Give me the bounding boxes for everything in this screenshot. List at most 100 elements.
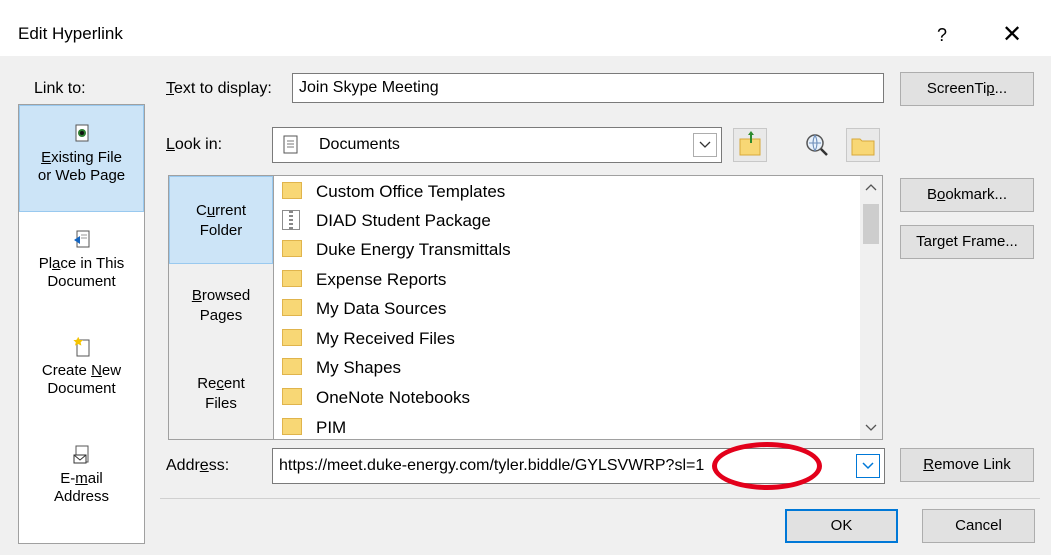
places-bar: Current Folder Browsed Pages Recent File… (168, 175, 274, 440)
annotation-red-circle (712, 442, 822, 490)
email-label-pre: E- (60, 470, 76, 487)
create-label-2: Document (47, 380, 116, 397)
recent-files-pre: Re (197, 375, 217, 392)
chevron-down-icon (699, 141, 711, 148)
footer-separator (160, 498, 1040, 499)
list-item[interactable]: PIM (282, 413, 347, 439)
file-name: DIAD Student Package (316, 211, 491, 230)
remove-link-label-ul: R (923, 456, 935, 473)
place-browsed-pages[interactable]: Browsed Pages (169, 286, 273, 346)
link-to-create-new-document[interactable]: Create New Document (19, 336, 144, 427)
existing-file-icon (73, 124, 91, 144)
create-new-document-icon (72, 336, 91, 357)
file-name: My Received Files (316, 329, 455, 348)
up-one-folder-button[interactable] (733, 128, 767, 162)
create-label-ul: N (91, 362, 102, 379)
folder-icon (282, 270, 302, 288)
chevron-down-icon (862, 462, 874, 470)
folder-icon (282, 358, 302, 376)
text-to-display-input[interactable]: Join Skype Meeting (292, 73, 884, 103)
folder-icon (282, 388, 302, 406)
place-label-pre: Pl (38, 255, 53, 272)
file-list: Custom Office Templates DIAD Student Pac… (273, 175, 883, 440)
file-name: Custom Office Templates (316, 182, 506, 201)
look-in-label: Look in: (166, 136, 222, 154)
target-frame-label-rest: et Frame... (945, 233, 1018, 250)
bookmark-label-rest: okmark... (945, 186, 1008, 203)
browsed-pages-line2: Pages (199, 307, 243, 324)
current-folder-rest: rrent (215, 202, 247, 219)
link-to-label: Link to: (34, 80, 86, 97)
screentip-label-pre: ScreenTi (926, 80, 987, 97)
place-recent-files[interactable]: Recent Files (169, 374, 273, 434)
recent-files-ul: c (216, 375, 224, 392)
current-folder-line2: Folder (199, 222, 243, 239)
close-button[interactable]: ✕ (990, 18, 1034, 52)
email-label-1: ail (87, 470, 103, 487)
folder-icon (282, 329, 302, 347)
up-one-folder-icon (739, 131, 761, 156)
list-item[interactable]: My Data Sources (282, 294, 446, 323)
address-label-rest: ss: (208, 457, 230, 474)
address-label-pre: Addr (166, 457, 200, 474)
email-label-2: Address (53, 488, 110, 505)
look-in-dropdown-arrow[interactable] (693, 133, 717, 157)
browse-file-button[interactable] (846, 128, 880, 162)
address-dropdown-arrow[interactable] (856, 454, 880, 478)
link-to-place-in-document[interactable]: Place in This Document (19, 230, 144, 320)
address-input[interactable]: https://meet.duke-energy.com/tyler.biddl… (279, 449, 704, 483)
text-to-display-label-rest: ext to display: (174, 80, 272, 97)
place-in-document-icon (73, 230, 91, 250)
file-name: Expense Reports (316, 270, 447, 289)
folder-icon (282, 299, 302, 317)
browsed-pages-ul: B (191, 287, 202, 304)
list-item[interactable]: My Received Files (282, 324, 455, 353)
bookmark-button[interactable]: Bookmark... (900, 178, 1034, 212)
look-in-label-ul: L (166, 136, 175, 153)
file-name: Duke Energy Transmittals (316, 240, 511, 259)
folder-icon (282, 418, 302, 436)
browse-web-button[interactable] (800, 128, 834, 162)
list-item[interactable]: Expense Reports (282, 265, 446, 294)
file-name: PIM (316, 418, 347, 437)
title-bar (0, 0, 1051, 56)
look-in-value: Documents (319, 136, 400, 153)
link-to-email-address[interactable]: E-mail Address (19, 445, 144, 535)
remove-link-label-rest: emove Link (934, 456, 1011, 473)
place-current-folder[interactable]: Current Folder (169, 176, 273, 264)
scroll-thumb[interactable] (863, 204, 879, 244)
existing-file-label-ul: E (41, 149, 52, 166)
scroll-up-button[interactable] (860, 176, 882, 198)
cancel-button[interactable]: Cancel (922, 509, 1035, 543)
existing-file-label-2: or Web Page (37, 167, 126, 184)
help-button[interactable]: ? (924, 20, 960, 50)
folder-icon (282, 182, 302, 200)
browse-web-icon (806, 134, 828, 156)
screentip-label-ul: p (986, 80, 995, 97)
folder-icon (282, 240, 302, 258)
file-list-scrollbar[interactable] (860, 176, 882, 439)
list-item[interactable]: OneNote Notebooks (282, 383, 470, 412)
existing-file-label-1: xisting File (51, 149, 122, 166)
screentip-button[interactable]: ScreenTip... (900, 72, 1034, 106)
remove-link-button[interactable]: Remove Link (900, 448, 1034, 482)
email-address-icon (73, 445, 91, 465)
list-item[interactable]: Duke Energy Transmittals (282, 235, 511, 264)
text-to-display-label-ul: T (166, 80, 174, 97)
file-name: OneNote Notebooks (316, 388, 471, 407)
look-in-label-rest: ook in: (174, 136, 223, 153)
target-frame-button[interactable]: Target Frame... (900, 225, 1034, 259)
list-item[interactable]: My Shapes (282, 353, 401, 382)
look-in-combobox[interactable]: Documents (272, 127, 722, 163)
list-item[interactable]: Custom Office Templates (282, 177, 505, 206)
bookmark-label-pre: B (926, 186, 937, 203)
scroll-down-button[interactable] (860, 417, 882, 439)
recent-files-line2: Files (205, 395, 237, 412)
email-label-ul: m (75, 470, 88, 487)
place-label-1: ce in This (60, 255, 125, 272)
current-folder-pre: C (195, 202, 207, 219)
link-to-existing-file[interactable]: Existing File or Web Page (19, 105, 144, 212)
ok-button[interactable]: OK (785, 509, 898, 543)
file-name: My Shapes (316, 358, 402, 377)
list-item[interactable]: DIAD Student Package (282, 206, 491, 235)
